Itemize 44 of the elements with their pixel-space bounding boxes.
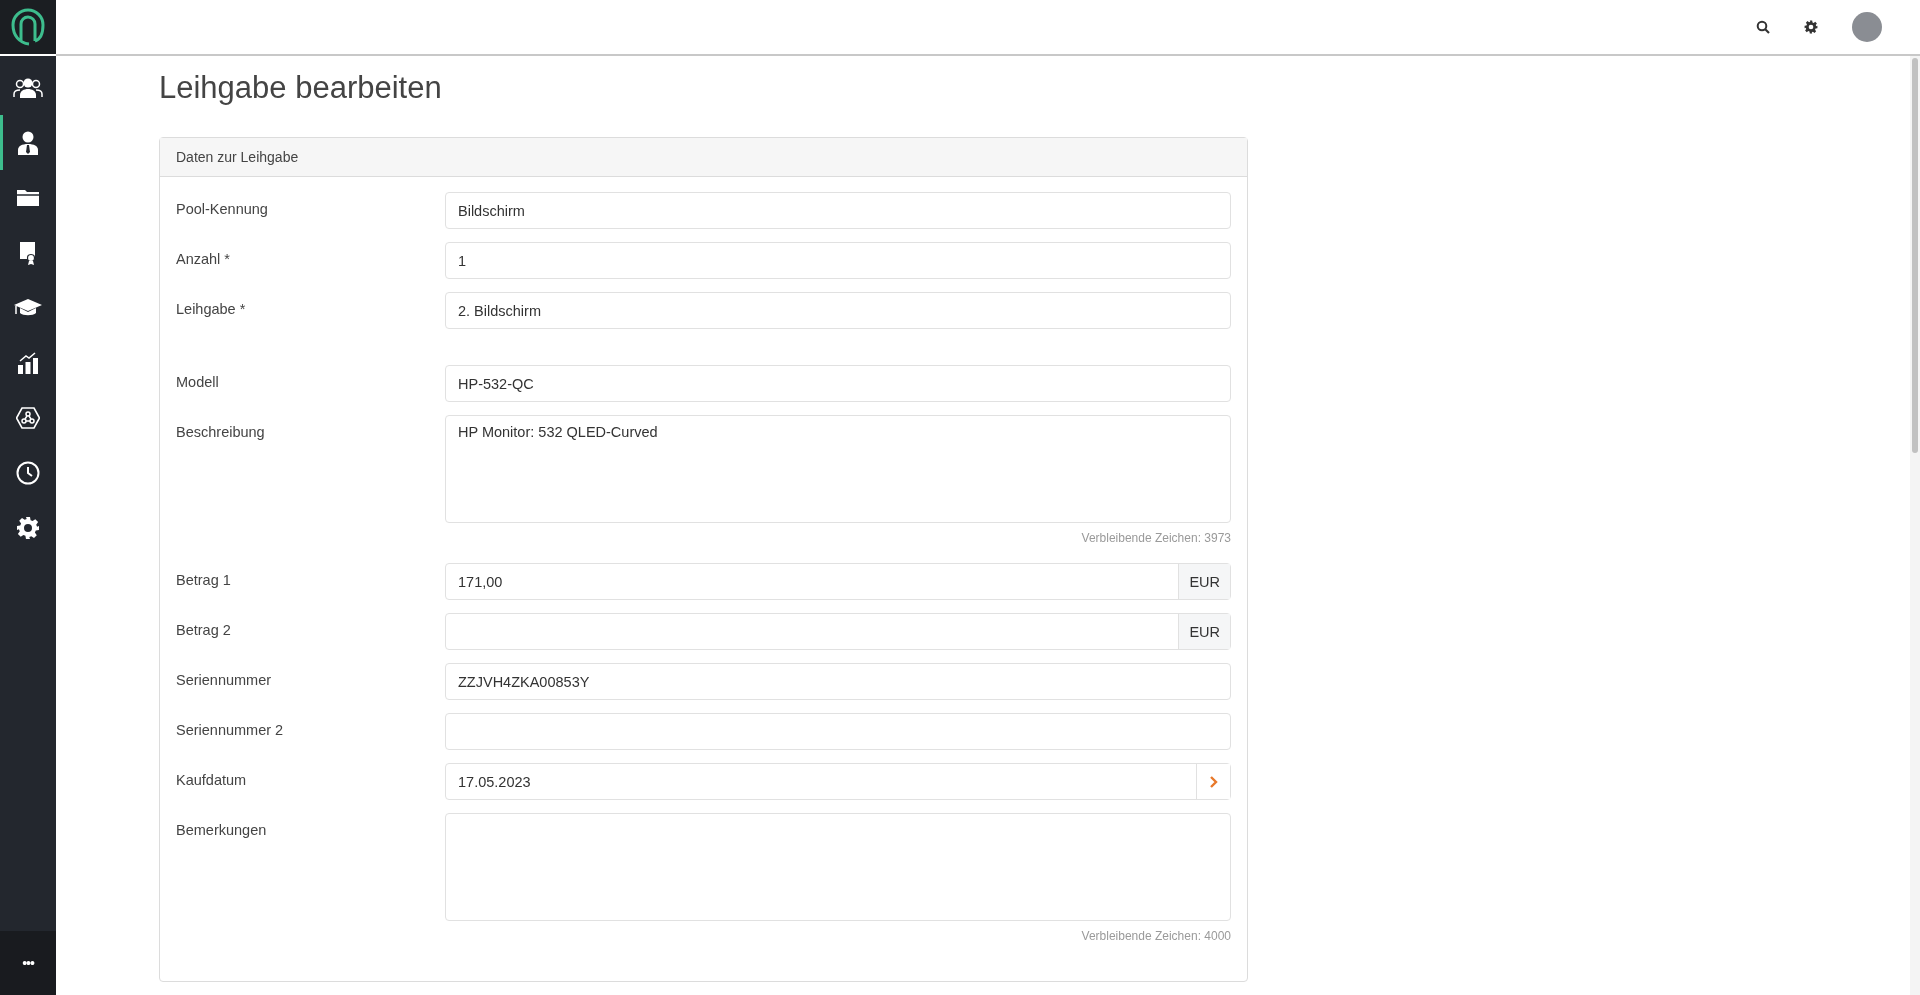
text-field[interactable]: Bildschirm (445, 192, 1231, 229)
hexagon-network-icon (16, 406, 40, 429)
text-field[interactable]: 2. Bildschirm (445, 292, 1231, 329)
text-field[interactable]: ZZJVH4ZKA00853Y (445, 663, 1231, 700)
amount-input[interactable]: 171,00 (446, 564, 1179, 599)
text-field[interactable]: 1 (445, 242, 1231, 279)
field-label: Modell (176, 373, 220, 392)
text-field[interactable] (445, 713, 1231, 750)
avatar[interactable] (1852, 12, 1882, 42)
date-picker-button[interactable] (1196, 764, 1230, 799)
graduation-cap-icon (13, 297, 43, 318)
field-label: Betrag 1 (176, 571, 232, 590)
amount-field[interactable]: EUR (445, 613, 1231, 650)
person-icon (17, 130, 39, 155)
card-title: Daten zur Leihgabe (160, 138, 1247, 177)
folder-icon (16, 187, 40, 208)
chevron-right-icon (1209, 775, 1218, 788)
team-icon (13, 76, 43, 99)
text-field[interactable]: HP-532-QC (445, 365, 1231, 402)
field-label: Leihgabe * (176, 300, 247, 319)
settings-icon (16, 515, 40, 540)
certificate-icon (19, 240, 37, 265)
field-label: Bemerkungen (176, 821, 268, 840)
clock-icon (16, 460, 40, 485)
search-icon[interactable] (1756, 20, 1770, 34)
field-label: Kaufdatum (176, 771, 248, 790)
character-counter: Verbleibende Zeichen: 3973 (1080, 531, 1231, 545)
more-button[interactable]: ••• (0, 931, 56, 995)
field-label: Pool-Kennung (176, 200, 269, 219)
field-label: Anzahl * (176, 250, 231, 269)
scrollbar[interactable] (1910, 56, 1920, 995)
currency-addon: EUR (1178, 614, 1230, 649)
text-area[interactable]: HP Monitor: 532 QLED-Curved (445, 415, 1231, 523)
field-label: Seriennummer 2 (176, 721, 285, 740)
character-counter: Verbleibende Zeichen: 4000 (1080, 929, 1231, 943)
field-label: Seriennummer (176, 671, 273, 690)
bar-chart-icon (17, 351, 39, 374)
currency-addon: EUR (1178, 564, 1230, 599)
amount-field[interactable]: 171,00 EUR (445, 563, 1231, 600)
logo-icon (11, 8, 45, 46)
field-label: Betrag 2 (176, 621, 232, 640)
field-label: Beschreibung (176, 423, 266, 442)
page-title: Leihgabe bearbeiten (159, 70, 443, 106)
settings-icon[interactable] (1804, 20, 1818, 34)
